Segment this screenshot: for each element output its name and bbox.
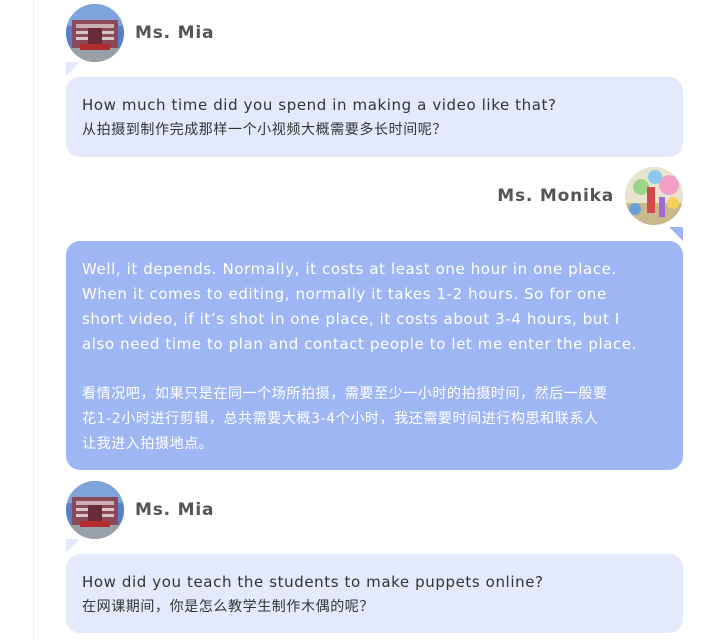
message-text-zh: 从拍摄到制作完成那样一个小视频大概需要多长时间呢？ — [82, 122, 447, 138]
speaker-name: Ms. Mia — [135, 23, 215, 43]
message-bubble: How much time did you spend in making a … — [66, 77, 683, 157]
mia-avatar-icon[interactable] — [66, 481, 124, 539]
bubble-tail — [66, 62, 80, 76]
message-text-en: How did you teach the students to make p… — [82, 573, 544, 591]
message-text-en-line-4: also need time to plan and contact peopl… — [82, 335, 638, 353]
message-text-en-line-3: short video, if it’s shot in one place, … — [82, 310, 620, 328]
speaker-header: Ms. Mia — [66, 481, 214, 539]
message-text-en: How much time did you spend in making a … — [82, 96, 557, 114]
speaker-header: Ms. Mia — [66, 4, 214, 62]
message-text-zh-line-3: 让我进入拍摄地点。 — [82, 436, 214, 452]
mia-avatar-icon[interactable] — [66, 4, 124, 62]
message-text-en-line-1: Well, it depends. Normally, it costs at … — [82, 260, 617, 278]
message-bubble: How did you teach the students to make p… — [66, 554, 683, 633]
message-text-en-line-2: When it comes to editing, normally it ta… — [82, 285, 607, 303]
message-text-zh-line-2: 花1-2小时进行剪辑，总共需要大概3-4个小时，我还需要时间进行构思和联系人 — [82, 411, 599, 427]
speaker-name: Ms. Mia — [135, 500, 215, 520]
message-text-zh-line-1: 看情况吧，如果只是在同一个场所拍摄，需要至少一小时的拍摄时间，然后一般要 — [82, 386, 608, 402]
message-text-zh: 在网课期间，你是怎么教学生制作木偶的呢？ — [82, 599, 374, 615]
speaker-header: Ms. Monika — [497, 167, 683, 225]
message-bubble: Well, it depends. Normally, it costs at … — [66, 241, 683, 470]
bubble-tail — [669, 227, 683, 241]
bubble-tail — [66, 539, 80, 553]
speaker-name: Ms. Monika — [497, 186, 614, 206]
page-left-border — [33, 0, 34, 640]
monika-avatar-icon[interactable] — [625, 167, 683, 225]
